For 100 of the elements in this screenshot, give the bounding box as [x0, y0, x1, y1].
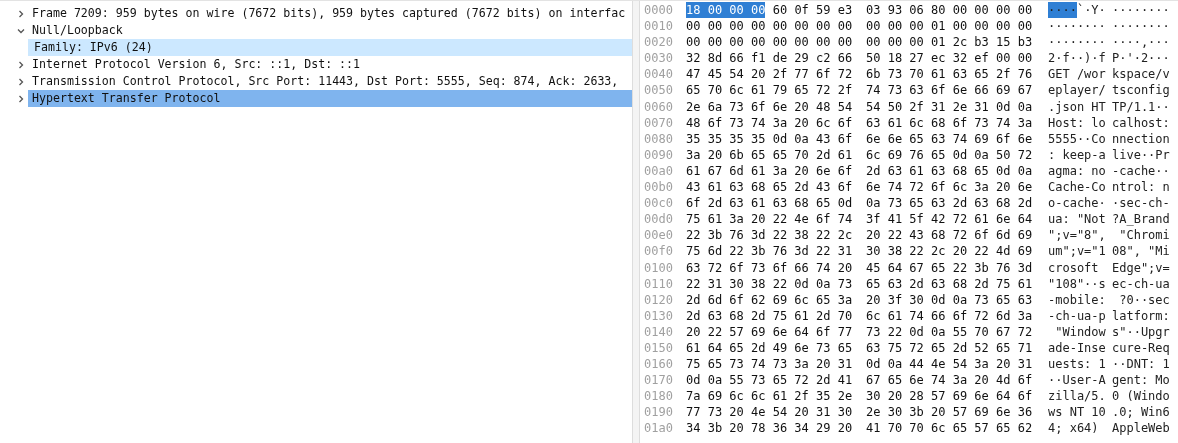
ascii-text[interactable]: -cache··: [1112, 162, 1170, 180]
ascii-text[interactable]: Cache-Co: [1048, 179, 1106, 196]
hex-bytes[interactable]: 43 61 63 68 65 2d 43 6f: [686, 179, 853, 196]
hex-bytes[interactable]: 6c 61 74 66 6f 72 6d 3a: [866, 307, 1033, 324]
hex-bytes[interactable]: 45 64 67 65 22 3b 76 3d: [866, 259, 1033, 276]
hex-bytes[interactable]: 20 22 43 68 72 6f 6d 69: [866, 227, 1033, 244]
ascii-text[interactable]: : keep-a: [1048, 146, 1106, 163]
tree-item[interactable]: Internet Protocol Version 6, Src: ::1, Dst: ::1: [28, 56, 632, 73]
hex-bytes[interactable]: 0d 0a 55 73 65 72 2d 41: [686, 372, 853, 389]
caret-icon[interactable]: [16, 93, 26, 104]
tree-item[interactable]: Hypertext Transfer Protocol: [28, 90, 632, 107]
ascii-text[interactable]: GET /wor: [1048, 66, 1106, 83]
hex-bytes[interactable]: 60 0f 59 e3: [772, 2, 853, 19]
hex-bytes[interactable]: 22 31 30 38 22 0d 0a 73: [686, 275, 853, 292]
hex-bytes[interactable]: 20 3f 30 0d 0a 73 65 63: [866, 291, 1033, 308]
hex-bytes[interactable]: 50 18 27 ec 32 ef 00 00: [866, 50, 1033, 67]
caret-icon[interactable]: [16, 8, 26, 19]
ascii-text[interactable]: s"··Upgr: [1112, 323, 1170, 340]
ascii-text[interactable]: gent: Mo: [1112, 372, 1170, 389]
ascii-text[interactable]: eplayer/: [1048, 82, 1106, 99]
ascii-text[interactable]: 4; x64): [1048, 420, 1106, 437]
ascii-text[interactable]: -mobile:: [1048, 291, 1106, 308]
hex-bytes[interactable]: 65 70 6c 61 79 65 72 2f: [686, 82, 853, 99]
ascii-text[interactable]: kspace/v: [1112, 66, 1170, 83]
hex-bytes[interactable]: 73 22 0d 0a 55 70 67 72: [866, 323, 1033, 340]
hex-bytes[interactable]: 75 65 73 74 73 3a 20 31: [686, 356, 853, 373]
ascii-text[interactable]: uests: 1: [1048, 356, 1106, 373]
ascii-text[interactable]: ec-ch-ua: [1112, 275, 1170, 292]
ascii-text[interactable]: ade-Inse: [1048, 339, 1106, 357]
hex-bytes[interactable]: 22 3b 76 3d 22 38 22 2c: [686, 227, 853, 244]
hex-bytes[interactable]: 3a 20 6b 65 65 70 2d 61: [686, 146, 853, 163]
ascii-text[interactable]: .0; Win6: [1112, 404, 1170, 421]
ascii-text[interactable]: 08", "Mi: [1112, 243, 1170, 260]
ascii-text[interactable]: ntrol: n: [1112, 179, 1170, 196]
ascii-text[interactable]: o-cache·: [1048, 195, 1106, 212]
ascii-text[interactable]: cure-Req: [1112, 339, 1170, 357]
hex-bytes[interactable]: 63 75 72 65 2d 52 65 71: [866, 339, 1033, 357]
hex-bytes[interactable]: 61 64 65 2d 49 6e 73 65: [686, 339, 853, 357]
ascii-text[interactable]: ········: [1112, 18, 1170, 35]
ascii-text[interactable]: agma: no: [1048, 162, 1106, 180]
ascii-text[interactable]: .json HT: [1048, 98, 1106, 115]
ascii-text[interactable]: ········: [1048, 34, 1106, 51]
hex-bytes[interactable]: 2e 30 3b 20 57 69 6e 36: [866, 404, 1033, 421]
hex-bytes[interactable]: 0a 73 65 63 2d 63 68 2d: [866, 195, 1033, 212]
hex-bytes[interactable]: 7a 69 6c 6c 61 2f 35 2e: [686, 388, 853, 405]
ascii-text[interactable]: "Window: [1048, 323, 1106, 340]
ascii-text[interactable]: tsconfig: [1112, 82, 1170, 99]
ascii-text[interactable]: um";v="1: [1048, 243, 1106, 260]
ascii-text[interactable]: ········: [1112, 2, 1170, 19]
ascii-text[interactable]: ?A_Brand: [1112, 211, 1170, 228]
hex-bytes[interactable]: 30 20 28 57 69 6e 64 6f: [866, 388, 1033, 405]
ascii-text[interactable]: `·Y·: [1076, 2, 1106, 19]
ascii-text[interactable]: 5555··Co: [1048, 130, 1106, 147]
tree-item[interactable]: Frame 7209: 959 bytes on wire (7672 bits), 959 bytes captured (7672 bits) on interfac: [28, 5, 632, 22]
ascii-text[interactable]: ··DNT: 1: [1112, 356, 1170, 373]
hex-bytes[interactable]: 00 00 00 01 00 00 00 00: [866, 18, 1033, 35]
hex-bytes[interactable]: 75 6d 22 3b 76 3d 22 31: [686, 243, 853, 260]
hex-bytes[interactable]: 6e 6e 65 63 74 69 6f 6e: [866, 130, 1033, 147]
ascii-text[interactable]: Edge";v=: [1112, 259, 1170, 276]
ascii-text[interactable]: ····,···: [1112, 34, 1170, 51]
hex-bytes[interactable]: 63 72 6f 73 6f 66 74 20: [686, 259, 853, 276]
hex-bytes[interactable]: 48 6f 73 74 3a 20 6c 6f: [686, 114, 853, 131]
ascii-text[interactable]: -ch-ua-p: [1048, 307, 1106, 324]
hex-bytes[interactable]: 35 35 35 35 0d 0a 43 6f: [686, 130, 853, 147]
hex-bytes[interactable]: 03 93 06 80 00 00 00 00: [866, 2, 1033, 19]
ascii-text[interactable]: "108"··s: [1048, 275, 1106, 292]
hex-bytes[interactable]: 41 70 70 6c 65 57 65 62: [866, 420, 1033, 437]
ascii-text[interactable]: 2·f··)·f: [1048, 50, 1106, 67]
ascii-text[interactable]: ws NT 10: [1048, 404, 1106, 421]
ascii-text[interactable]: ·sec-ch-: [1112, 195, 1170, 212]
hex-bytes[interactable]: 3f 41 5f 42 72 61 6e 64: [866, 211, 1033, 228]
hex-bytes[interactable]: 2d 6d 6f 62 69 6c 65 3a: [686, 291, 853, 308]
hex-bytes[interactable]: 6f 2d 63 61 63 68 65 0d: [686, 195, 853, 212]
hex-bytes[interactable]: 77 73 20 4e 54 20 31 30: [686, 404, 853, 421]
hex-bytes[interactable]: 00 00 00 00 00 00 00 00: [686, 34, 853, 51]
hex-bytes[interactable]: 61 67 6d 61 3a 20 6e 6f: [686, 162, 853, 180]
ascii-text[interactable]: crosoft: [1048, 259, 1106, 276]
hex-bytes[interactable]: 0d 0a 44 4e 54 3a 20 31: [866, 356, 1033, 373]
hex-bytes[interactable]: 18 00 00 00: [686, 2, 766, 19]
hex-bytes[interactable]: 63 61 6c 68 6f 73 74 3a: [866, 114, 1033, 131]
ascii-text[interactable]: Host: lo: [1048, 114, 1106, 131]
caret-icon[interactable]: [16, 59, 26, 70]
hex-bytes[interactable]: 65 63 2d 63 68 2d 75 61: [866, 275, 1033, 292]
tree-item[interactable]: Null/Loopback: [28, 22, 632, 39]
ascii-text[interactable]: latform:: [1112, 307, 1170, 324]
hex-bytes[interactable]: 6b 73 70 61 63 65 2f 76: [866, 66, 1033, 83]
ascii-text[interactable]: P·'·2···: [1112, 50, 1170, 67]
ascii-text[interactable]: ?0··sec: [1112, 291, 1170, 308]
ascii-text[interactable]: ";v="8",: [1048, 227, 1106, 244]
ascii-text[interactable]: TP/1.1··: [1112, 98, 1170, 115]
ascii-text[interactable]: ········: [1048, 18, 1106, 35]
caret-icon[interactable]: [16, 76, 26, 87]
tree-item[interactable]: Transmission Control Protocol, Src Port: 11443, Dst Port: 5555, Seq: 874, Ack: 2633,: [28, 73, 632, 90]
hex-bytes[interactable]: 75 61 3a 20 22 4e 6f 74: [686, 211, 853, 228]
hex-bytes[interactable]: 6e 74 72 6f 6c 3a 20 6e: [866, 179, 1033, 196]
ascii-text[interactable]: live··Pr: [1112, 146, 1170, 163]
hex-bytes[interactable]: 6c 69 76 65 0d 0a 50 72: [866, 146, 1033, 163]
ascii-text[interactable]: zilla/5.: [1048, 388, 1106, 405]
ascii-text[interactable]: ··User-A: [1048, 372, 1106, 389]
ascii-text[interactable]: calhost:: [1112, 114, 1170, 131]
